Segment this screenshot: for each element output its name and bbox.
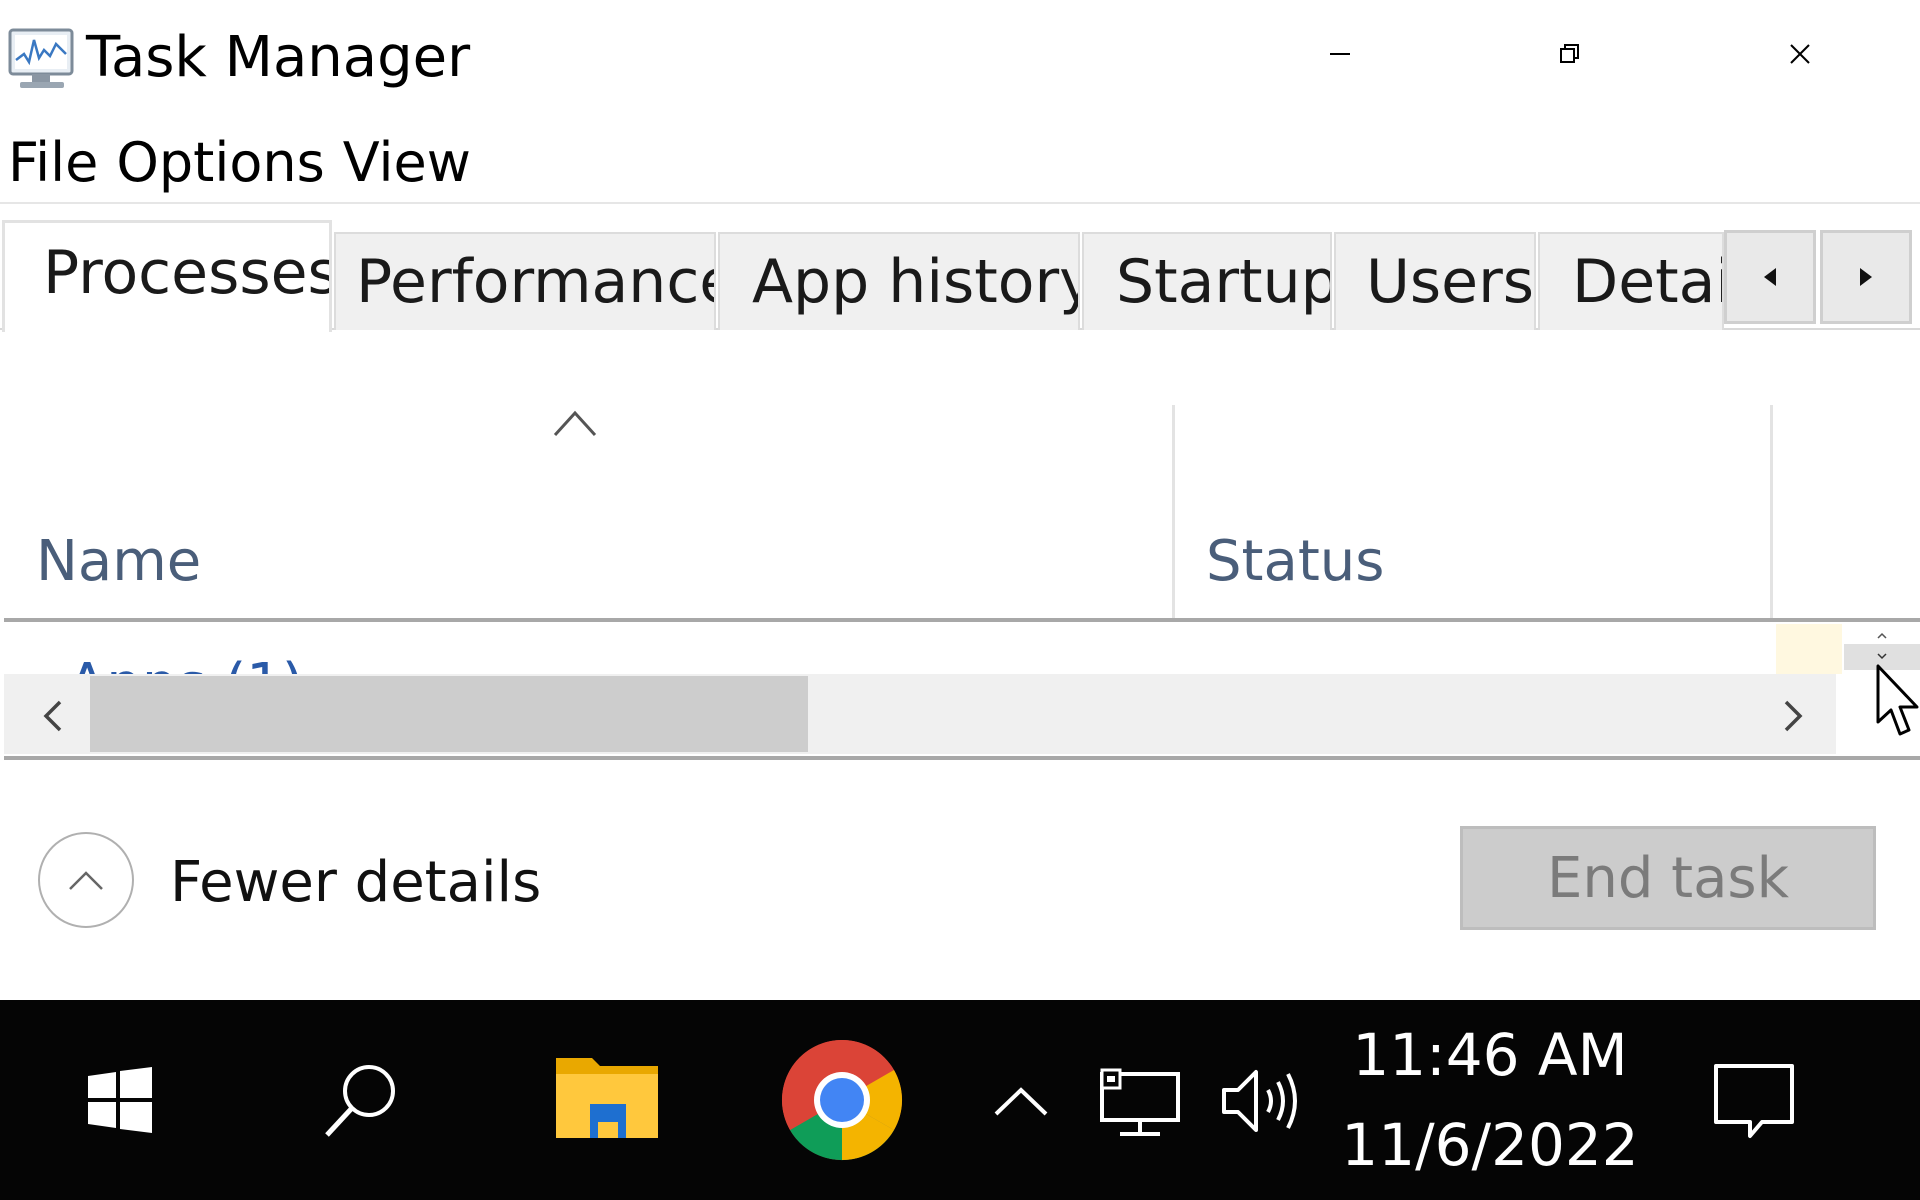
group-header-apps[interactable]: Apps (1)	[68, 650, 304, 674]
scroll-up-icon	[1877, 632, 1887, 639]
network-button[interactable]	[1096, 1064, 1186, 1140]
process-list: Apps (1)	[4, 622, 1920, 674]
column-separator[interactable]	[1172, 405, 1175, 620]
tab-strip: Processes Performance App history Startu…	[0, 202, 1920, 332]
tab-details[interactable]: Detail	[1538, 232, 1724, 330]
tab-scroll-left-button[interactable]	[1724, 230, 1816, 324]
list-bottom-divider	[4, 756, 1920, 760]
menu-view[interactable]: View	[343, 128, 471, 198]
task-manager-icon	[4, 24, 80, 94]
menu-options[interactable]: Options	[116, 128, 324, 198]
title-bar[interactable]: Task Manager	[0, 0, 1920, 118]
action-center-icon	[1714, 1064, 1794, 1138]
restore-button[interactable]	[1455, 0, 1685, 108]
scroll-thumb[interactable]	[90, 676, 808, 752]
file-explorer-button[interactable]	[552, 1052, 662, 1146]
triangle-right-icon	[1860, 268, 1872, 286]
fewer-details-label[interactable]: Fewer details	[170, 848, 541, 918]
restore-icon	[1560, 44, 1579, 63]
volume-icon	[1222, 1070, 1297, 1132]
show-hidden-icons-button[interactable]	[988, 1074, 1054, 1126]
close-button[interactable]	[1685, 0, 1915, 108]
scroll-right-arrow[interactable]	[1776, 696, 1812, 736]
taskbar-clock[interactable]: 11:46 AM 11/6/2022	[1340, 1010, 1640, 1190]
chrome-icon	[781, 1040, 903, 1161]
column-header: Name Status	[4, 405, 1920, 623]
column-separator[interactable]	[1770, 405, 1773, 620]
menu-bar: File Options View	[0, 128, 471, 198]
tab-performance[interactable]: Performance	[334, 232, 716, 330]
chevron-right-icon	[1784, 700, 1803, 732]
show-hidden-icons-chevron	[994, 1087, 1048, 1116]
task-manager-window: Task Manager File Options View Processes	[0, 0, 1920, 1000]
file-explorer-icon	[556, 1058, 658, 1138]
chevron-up-icon	[69, 871, 103, 890]
minimize-button[interactable]	[1225, 0, 1455, 108]
column-name-header[interactable]: Name	[36, 527, 201, 597]
triangle-left-icon	[1764, 268, 1776, 286]
tab-app-history[interactable]: App history	[718, 232, 1080, 330]
action-center-button[interactable]	[1708, 1058, 1800, 1144]
network-icon	[1100, 1068, 1180, 1136]
minimize-icon	[1330, 53, 1350, 55]
tab-users[interactable]: Users	[1334, 232, 1536, 330]
sort-ascending-icon	[552, 405, 598, 439]
window-title: Task Manager	[86, 25, 471, 90]
search-button[interactable]	[312, 1050, 412, 1150]
heat-cell	[1776, 624, 1842, 674]
clock-date: 11/6/2022	[1341, 1111, 1639, 1179]
tab-scroll-right-button[interactable]	[1820, 230, 1912, 324]
scroll-left-arrow[interactable]	[34, 696, 70, 736]
close-icon	[1790, 44, 1810, 64]
volume-button[interactable]	[1216, 1058, 1306, 1144]
fewer-details-toggle[interactable]	[38, 832, 134, 928]
mouse-cursor-icon	[1876, 664, 1920, 740]
horizontal-scrollbar[interactable]	[4, 674, 1836, 754]
clock-time: 11:46 AM	[1352, 1021, 1628, 1089]
column-status-header[interactable]: Status	[1206, 527, 1384, 597]
windows-start-icon	[88, 1067, 152, 1133]
windows-start-button[interactable]	[80, 1058, 160, 1142]
tab-processes[interactable]: Processes	[2, 220, 332, 332]
chevron-left-icon	[43, 700, 62, 732]
tab-startup[interactable]: Startup	[1082, 232, 1332, 330]
search-icon	[325, 1065, 395, 1137]
end-task-button[interactable]: End task	[1460, 826, 1876, 930]
chrome-button[interactable]	[780, 1038, 904, 1162]
menu-file[interactable]: File	[8, 128, 98, 198]
